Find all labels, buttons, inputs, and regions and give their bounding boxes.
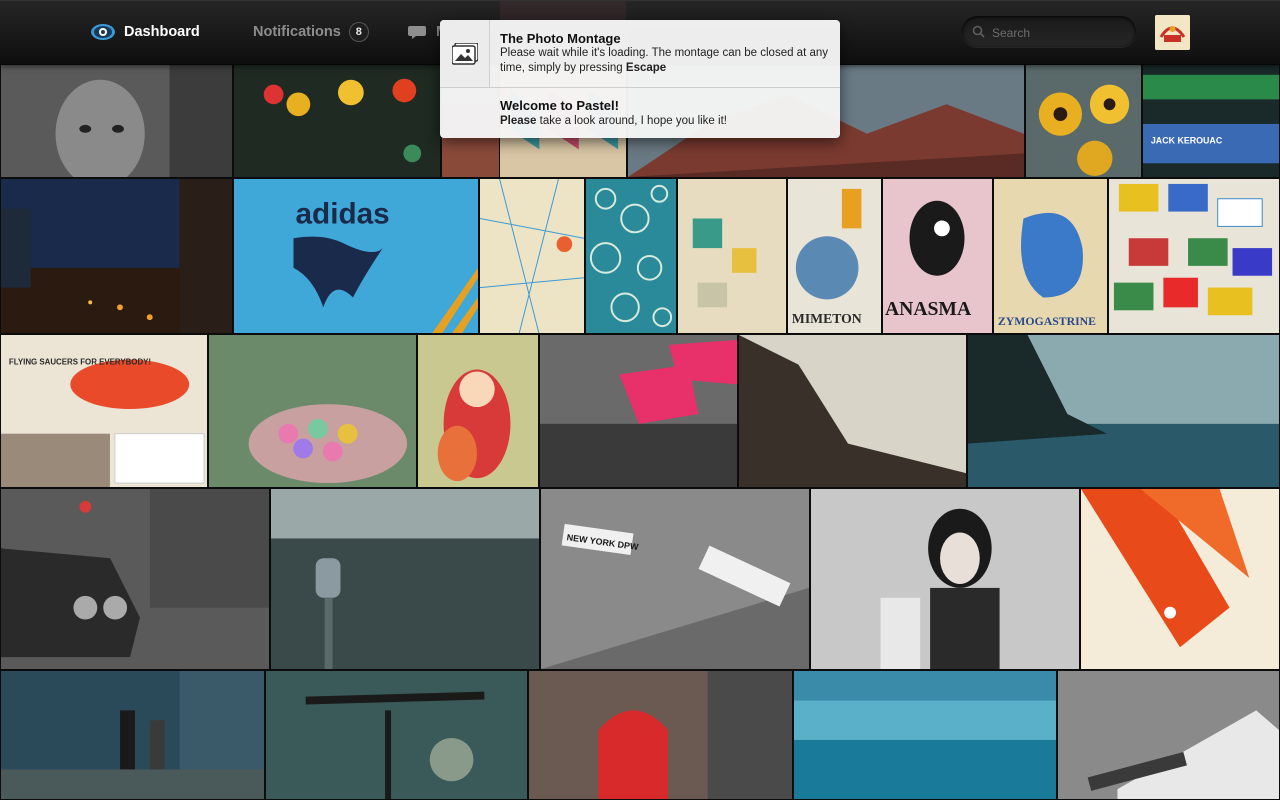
photo-tile-cliff-sea[interactable] [967,334,1280,488]
photo-tile-matryoshka[interactable] [417,334,539,488]
photo-tile-street[interactable] [0,670,265,800]
photo-tile-parking-meter[interactable] [270,488,540,670]
eye-icon [90,23,116,41]
photo-tile-zymogastrine-poster[interactable]: ZYMOGASTRINE [993,178,1108,334]
notification-title: The Photo Montage [500,31,621,46]
photo-tile-flags[interactable] [1108,178,1280,334]
nav-notifications-label: Notifications [253,24,341,40]
photo-tile-red-sneakers[interactable] [539,334,738,488]
notification-title: Welcome to Pastel! [500,98,619,113]
photo-tile-city-night[interactable] [0,178,233,334]
search-input[interactable] [990,16,1134,49]
photos-icon [440,20,490,87]
adidas-logo-text: adidas [295,197,389,230]
notification-message: Please wait while it's loading. The mont… [500,46,830,76]
book-title-text: JACK KEROUAC [1151,136,1223,146]
photo-tile-circles-pattern[interactable] [585,178,677,334]
photo-tile-mimeton-poster[interactable]: MIMETON [787,178,882,334]
photo-tile-yellow-flowers[interactable] [1025,64,1142,178]
photo-tile-paper-collage[interactable] [677,178,787,334]
anasma-text: ANASMA [885,298,972,320]
notifications-count-badge: 8 [348,22,369,42]
notification-message: Please take a look around, I hope you li… [500,114,830,129]
photo-tile-map[interactable] [479,178,585,334]
photo-tile-blue-sea[interactable] [793,670,1057,800]
photo-tile-adidas[interactable]: adidas [233,178,479,334]
notification-message-text: take a look around, I hope you like it! [536,115,727,127]
notification-panel: The Photo Montage Please wait while it's… [440,20,840,138]
search-box[interactable] [962,16,1136,49]
photo-tile-candy-bowl[interactable] [208,334,417,488]
flying-saucers-text: FLYING SAUCERS FOR EVERYBODY! [9,358,151,367]
escape-key-label: Escape [625,62,667,74]
photo-tile-child[interactable] [0,64,233,178]
photo-tile-red-flower[interactable] [1080,488,1280,670]
photo-tile-city-lights[interactable] [233,64,441,178]
avatar[interactable] [1155,15,1190,50]
photo-tile-red-door[interactable] [528,670,793,800]
nav-dashboard-label: Dashboard [124,24,200,40]
speech-bubble-icon [408,24,428,40]
photo-tile-books[interactable]: JACK KEROUAC [1142,64,1280,178]
photo-tile-rocky-coast[interactable] [738,334,967,488]
photo-tile-girl-cafe[interactable] [810,488,1080,670]
notification-item-welcome[interactable]: Welcome to Pastel! Please take a look ar… [440,88,840,138]
search-icon [972,25,985,38]
photo-tile-new-york-signs[interactable]: NEW YORK DPW [540,488,810,670]
notification-message-bold: Please [500,115,537,127]
nav-notifications[interactable]: Notifications 8 [253,0,369,64]
notification-item-photo-montage[interactable]: The Photo Montage Please wait while it's… [440,20,840,88]
photo-tile-bicycle[interactable] [265,670,528,800]
photo-tile-guitar[interactable] [1057,670,1280,800]
photo-tile-vintage-car[interactable] [0,488,270,670]
nav-dashboard[interactable]: Dashboard [90,0,200,64]
photo-tile-flying-saucers[interactable]: FLYING SAUCERS FOR EVERYBODY! [0,334,208,488]
photo-tile-anasma-poster[interactable]: ANASMA [882,178,993,334]
mimeton-text: MIMETON [792,311,862,326]
zymogastrine-text: ZYMOGASTRINE [998,314,1096,328]
